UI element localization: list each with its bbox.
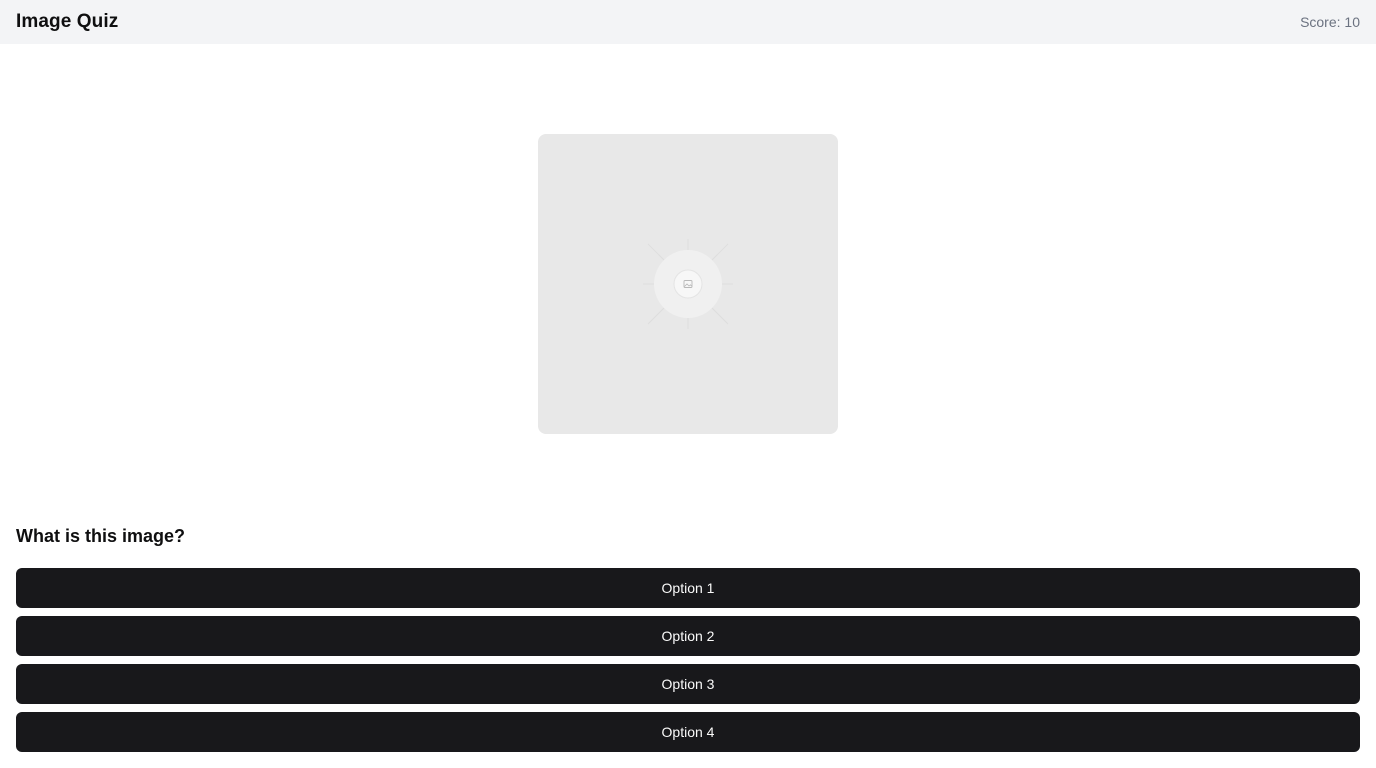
- option-2-button[interactable]: Option 2: [16, 616, 1360, 656]
- score-display: Score: 10: [1300, 14, 1360, 30]
- quiz-image: [538, 134, 838, 434]
- app-header: Image Quiz Score: 10: [0, 0, 1376, 44]
- image-placeholder-icon: [643, 239, 733, 329]
- option-4-button[interactable]: Option 4: [16, 712, 1360, 752]
- app-title: Image Quiz: [16, 11, 119, 32]
- answer-options: Option 1 Option 2 Option 3 Option 4: [16, 568, 1360, 760]
- question-text: What is this image?: [16, 526, 186, 546]
- option-1-button[interactable]: Option 1: [16, 568, 1360, 608]
- option-3-button[interactable]: Option 3: [16, 664, 1360, 704]
